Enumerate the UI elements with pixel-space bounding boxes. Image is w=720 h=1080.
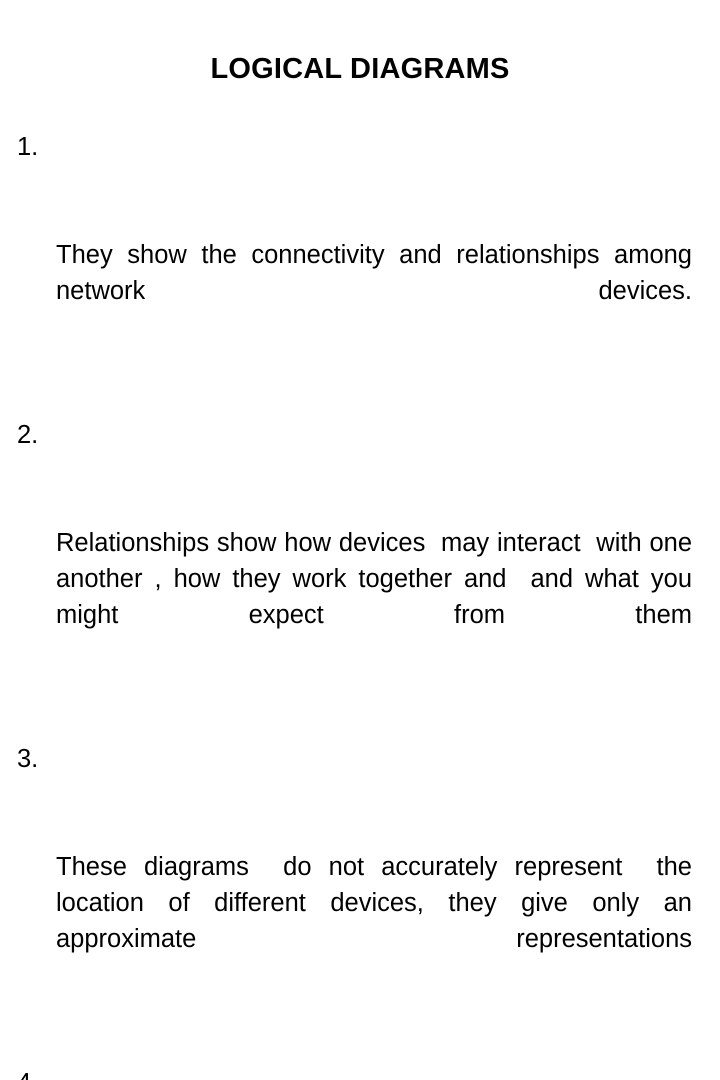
list-item-text: These diagrams do not accurately represe… — [56, 853, 700, 953]
list-item-text: They show the connectivity and relations… — [56, 241, 700, 305]
list-item-number: 1. — [17, 133, 39, 161]
slide-canvas: LOGICAL DIAGRAMS 1. They show the connec… — [0, 0, 720, 1080]
list-item-number: 3. — [17, 745, 39, 773]
list-item-text: Relationships show how devices may inter… — [56, 529, 700, 629]
list-item: 2. Relationships show how devices may in… — [14, 417, 692, 741]
list-item: 3. These diagrams do not accurately repr… — [14, 741, 692, 1065]
list-item-number: 4. — [17, 1065, 51, 1080]
list-item: 4. These diagrams are useful for plannin… — [14, 1065, 692, 1080]
list-item: 1. They show the connectivity and relati… — [14, 129, 692, 417]
page-title: LOGICAL DIAGRAMS — [210, 53, 510, 85]
list-item-number: 2. — [17, 421, 39, 449]
numbered-list: 1. They show the connectivity and relati… — [14, 129, 692, 1080]
